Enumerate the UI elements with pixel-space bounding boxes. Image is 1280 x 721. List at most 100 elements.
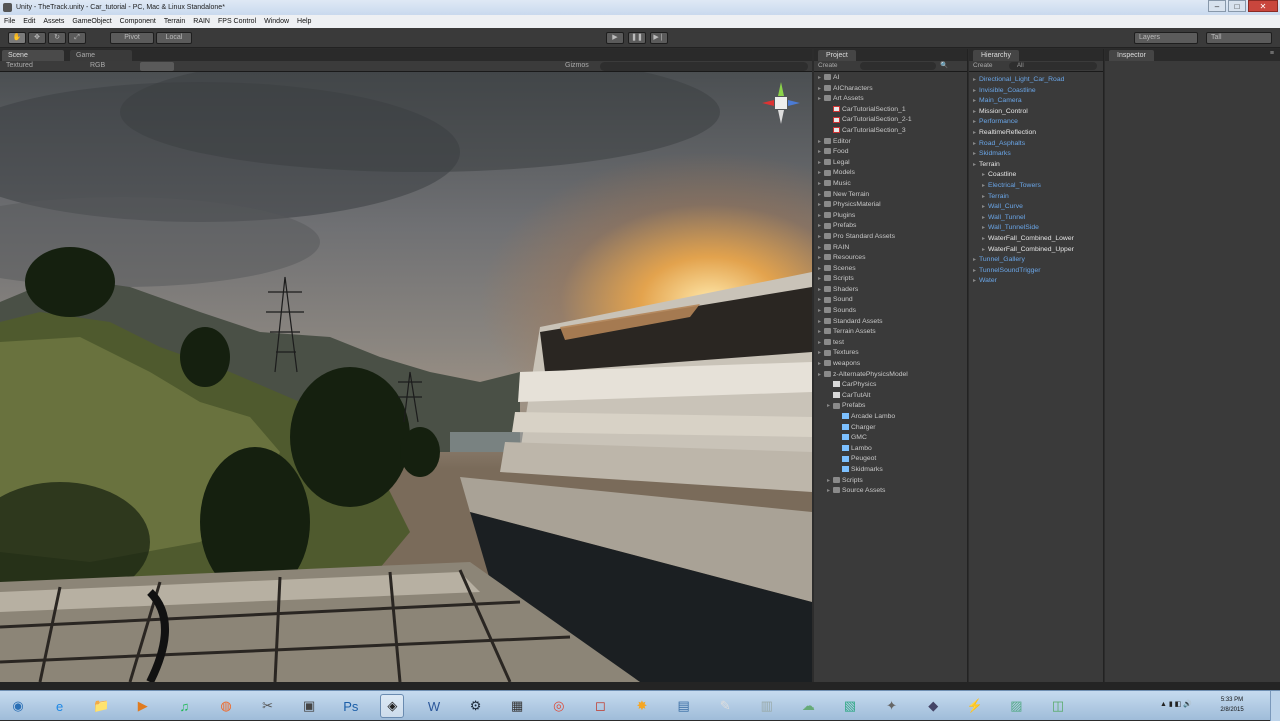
project-item[interactable]: ▸ Pro Standard Assets [814, 232, 967, 243]
hierarchy-item[interactable]: ▸ WaterFall_Combined_Lower [969, 234, 1103, 245]
local-toggle[interactable]: Local [156, 32, 192, 44]
panel-menu-icon[interactable]: ≡ [1270, 50, 1274, 57]
project-item[interactable]: ▸ Models [814, 168, 967, 179]
project-item[interactable]: ▸ Resources [814, 253, 967, 264]
menu-help[interactable]: Help [297, 18, 311, 25]
project-item[interactable]: ▸ Prefabs [814, 221, 967, 232]
project-item[interactable]: ▸ weapons [814, 359, 967, 370]
hierarchy-item[interactable]: ▸ Skidmarks [969, 149, 1103, 160]
hierarchy-item[interactable]: ▸ Tunnel_Gallery [969, 255, 1103, 266]
pause-icon[interactable]: ❚❚ [628, 32, 646, 44]
project-item[interactable]: ▸ Scripts [814, 274, 967, 285]
app10-icon[interactable]: ◫ [1046, 694, 1070, 718]
project-item[interactable]: GMC [814, 433, 967, 444]
project-item[interactable]: Arcade Lambo [814, 412, 967, 423]
hierarchy-item[interactable]: ▸ RealtimeReflection [969, 128, 1103, 139]
steam-like-icon[interactable]: ▣ [297, 694, 321, 718]
project-item[interactable]: ▸ Scripts [814, 476, 967, 487]
chrome-icon[interactable]: ◎ [547, 694, 571, 718]
notepad-icon[interactable]: ✎ [713, 694, 737, 718]
app9-icon[interactable]: ▨ [1004, 694, 1028, 718]
menu-component[interactable]: Component [120, 18, 156, 25]
project-item[interactable]: ▸ Source Assets [814, 486, 967, 497]
hierarchy-item[interactable]: ▸ Performance [969, 117, 1103, 128]
project-item[interactable]: CarTutorialSection_2-1 [814, 115, 967, 126]
hierarchy-item[interactable]: ▸ Water [969, 276, 1103, 287]
tab-project[interactable]: Project [818, 50, 856, 61]
project-item[interactable]: Charger [814, 423, 967, 434]
project-item[interactable]: CarPhysics [814, 380, 967, 391]
tab-game[interactable]: Game [70, 50, 132, 61]
project-item[interactable]: ▸ Scenes [814, 264, 967, 275]
project-search-input[interactable] [860, 62, 936, 70]
project-create-button[interactable]: Create [818, 62, 838, 69]
clock[interactable]: 5:33 PM 2/8/2015 [1212, 695, 1252, 715]
project-item[interactable]: ▸ test [814, 338, 967, 349]
project-item[interactable]: ▸ RAIN [814, 243, 967, 254]
tray-icons[interactable]: ▲ ▮ ◧ 🔊 [1160, 700, 1192, 708]
close-button[interactable]: ✕ [1248, 0, 1278, 12]
scene-viewport[interactable] [0, 72, 812, 682]
pivot-toggle[interactable]: Pivot [110, 32, 154, 44]
maximize-button[interactable]: □ [1228, 0, 1246, 12]
app6-icon[interactable]: ✦ [880, 694, 904, 718]
project-item[interactable]: ▸ New Terrain [814, 190, 967, 201]
tab-scene[interactable]: Scene [2, 50, 64, 61]
start-orb-icon[interactable]: ◉ [6, 694, 30, 718]
project-item[interactable]: Peugeot [814, 454, 967, 465]
unity-icon[interactable]: ◈ [380, 694, 405, 718]
project-item[interactable]: ▸ Music [814, 179, 967, 190]
hierarchy-item[interactable]: ▸ Main_Camera [969, 96, 1103, 107]
menu-assets[interactable]: Assets [43, 18, 64, 25]
tab-inspector[interactable]: Inspector [1109, 50, 1154, 61]
tool-icon[interactable]: ✂ [256, 694, 280, 718]
hierarchy-item[interactable]: ▸ Directional_Light_Car_Road [969, 75, 1103, 86]
project-item[interactable]: ▸ PhysicsMaterial [814, 200, 967, 211]
hierarchy-item[interactable]: ▸ Invisible_Coastline [969, 86, 1103, 97]
hand-tool-icon[interactable]: ✋ [8, 32, 26, 44]
hierarchy-search-input[interactable]: All [1009, 62, 1097, 70]
scene-lighting-toggle[interactable] [140, 62, 174, 71]
project-item[interactable]: ▸ Sounds [814, 306, 967, 317]
project-item[interactable]: ▸ Terrain Assets [814, 327, 967, 338]
origin-icon[interactable]: ◍ [214, 694, 238, 718]
menu-window[interactable]: Window [264, 18, 289, 25]
hierarchy-item[interactable]: ▸ Terrain [969, 192, 1103, 203]
project-item[interactable]: CarTutorialSection_1 [814, 105, 967, 116]
render-mode-dropdown[interactable]: RGB [90, 62, 105, 69]
tab-hierarchy[interactable]: Hierarchy [973, 50, 1019, 61]
layout-dropdown[interactable]: Tall [1206, 32, 1272, 44]
project-item[interactable]: ▸ Prefabs [814, 401, 967, 412]
project-item[interactable]: ▸ Editor [814, 137, 967, 148]
project-item[interactable]: ▸ Art Assets [814, 94, 967, 105]
project-item[interactable]: ▸ AICharacters [814, 84, 967, 95]
shading-dropdown[interactable]: Textured [6, 62, 33, 69]
menu-fps-control[interactable]: FPS Control [218, 18, 256, 25]
project-item[interactable]: ▸ Plugins [814, 211, 967, 222]
app4-icon[interactable]: ☁ [796, 694, 820, 718]
unknown-icon[interactable]: ▦ [505, 694, 529, 718]
hierarchy-create-button[interactable]: Create [973, 62, 993, 69]
blender-icon[interactable]: ✸ [630, 694, 654, 718]
hierarchy-item[interactable]: ▸ Wall_Tunnel [969, 213, 1103, 224]
project-item[interactable]: CarTutorialSection_3 [814, 126, 967, 137]
word-icon[interactable]: W [422, 694, 446, 718]
media-icon[interactable]: ▶ [131, 694, 155, 718]
project-item[interactable]: ▸ Legal [814, 158, 967, 169]
layers-dropdown[interactable]: Layers [1134, 32, 1198, 44]
hierarchy-item[interactable]: ▸ WaterFall_Combined_Upper [969, 245, 1103, 256]
project-item[interactable]: Lambo [814, 444, 967, 455]
spotify-icon[interactable]: ♫ [172, 694, 196, 718]
hierarchy-item[interactable]: ▸ Electrical_Towers [969, 181, 1103, 192]
hierarchy-item[interactable]: ▸ Terrain [969, 160, 1103, 171]
project-item[interactable]: ▸ Sound [814, 295, 967, 306]
gizmos-dropdown[interactable]: Gizmos [565, 62, 589, 69]
project-item[interactable]: ▸ Textures [814, 348, 967, 359]
hierarchy-item[interactable]: ▸ Wall_Curve [969, 202, 1103, 213]
hierarchy-item[interactable]: ▸ TunnelSoundTrigger [969, 266, 1103, 277]
show-desktop-button[interactable] [1270, 691, 1280, 721]
move-tool-icon[interactable]: ✥ [28, 32, 46, 44]
project-item[interactable]: CarTutAlt [814, 391, 967, 402]
menu-terrain[interactable]: Terrain [164, 18, 185, 25]
menu-file[interactable]: File [4, 18, 15, 25]
